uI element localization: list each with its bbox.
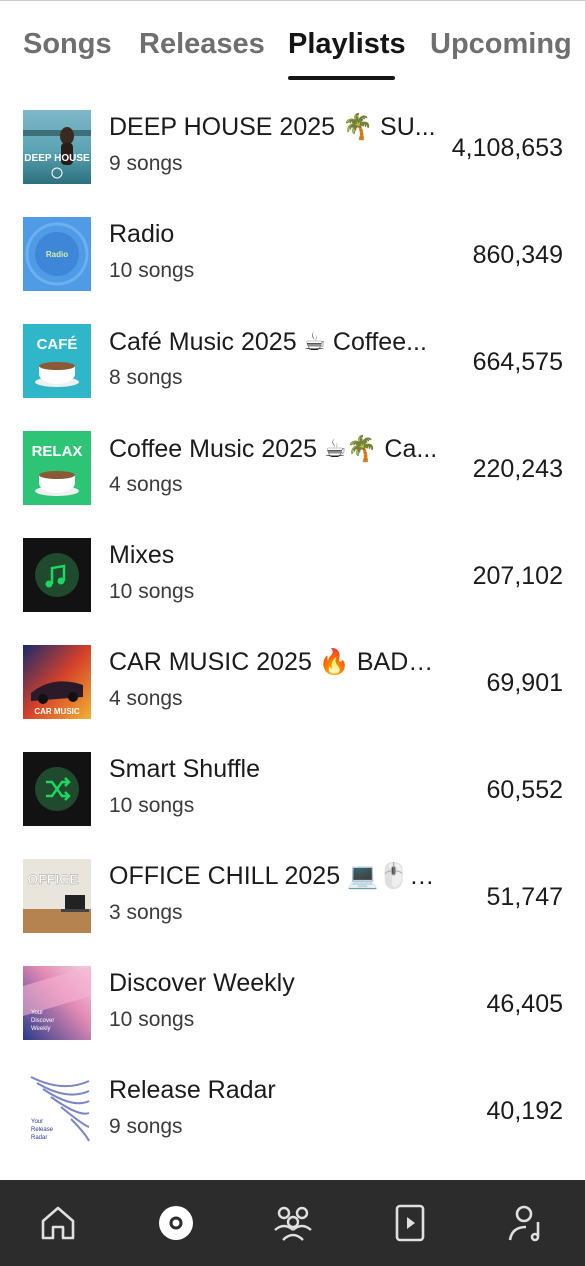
playlist-song-count: 4 songs (109, 687, 183, 710)
svg-text:Weekly: Weekly (31, 1026, 51, 1032)
playlist-song-count: 10 songs (109, 1008, 195, 1031)
playlist-play-count: 60,552 (486, 776, 563, 804)
svg-text:CAFÉ: CAFÉ (37, 336, 78, 353)
playlist-title: Radio (109, 220, 175, 248)
playlist-cover: DEEP HOUSE (23, 110, 91, 184)
svg-text:RELAX: RELAX (32, 443, 83, 460)
playlist-row[interactable]: Your Release Radar Release Radar 9 songs… (0, 1059, 585, 1166)
playlist-play-count: 220,243 (472, 455, 563, 483)
playlist-row[interactable]: CAFÉ Café Music 2025 ☕ Coffee... 8 songs… (0, 310, 585, 417)
tab-playlists[interactable]: Playlists (288, 28, 406, 61)
playlist-play-count: 664,575 (472, 348, 563, 376)
home-icon[interactable] (35, 1200, 81, 1246)
playlist-title: Smart Shuffle (109, 755, 261, 783)
playlist-cover: CAFÉ (23, 324, 91, 398)
svg-text:Discover: Discover (31, 1018, 54, 1024)
playlist-cover: RELAX (23, 431, 91, 505)
playlist-play-count: 40,192 (486, 1097, 563, 1125)
svg-text:CAR MUSIC: CAR MUSIC (34, 707, 80, 716)
playlist-title: Release Radar (109, 1076, 276, 1104)
active-tab-indicator (288, 76, 395, 80)
playlist-cover (23, 752, 91, 826)
playlist-cover: Radio (23, 217, 91, 291)
playlist-cover: CAR MUSIC (23, 645, 91, 719)
playlist-cover: OFFICE (23, 859, 91, 933)
playlist-song-count: 9 songs (109, 1115, 183, 1138)
video-icon[interactable] (387, 1200, 433, 1246)
svg-text:Release: Release (31, 1127, 54, 1133)
svg-text:Radio: Radio (46, 250, 68, 259)
playlist-row[interactable]: Mixes 10 songs 207,102 (0, 524, 585, 631)
playlist-song-count: 9 songs (109, 152, 183, 175)
playlist-cover: Your Release Radar (23, 1073, 91, 1147)
playlist-play-count: 207,102 (472, 562, 563, 590)
tab-songs[interactable]: Songs (23, 28, 112, 61)
playlist-play-count: 860,349 (472, 241, 563, 269)
playlist-title: DEEP HOUSE 2025 🌴 SU... (109, 113, 436, 141)
playlist-row[interactable]: OFFICE OFFICE CHILL 2025 💻🖱️ WO... 3 son… (0, 845, 585, 952)
people-icon[interactable] (270, 1200, 316, 1246)
playlist-play-count: 51,747 (486, 883, 563, 911)
playlist-song-count: 3 songs (109, 901, 183, 924)
playlist-song-count: 8 songs (109, 366, 183, 389)
svg-text:Your: Your (31, 1119, 43, 1125)
svg-text:Radar: Radar (31, 1135, 47, 1141)
playlist-row[interactable]: Smart Shuffle 10 songs 60,552 (0, 738, 585, 845)
playlist-title: Discover Weekly (109, 969, 295, 997)
playlist-title: Mixes (109, 541, 175, 569)
svg-text:Your: Your (31, 1010, 43, 1016)
playlist-song-count: 10 songs (109, 794, 195, 817)
bottom-nav-bar (0, 1180, 585, 1266)
playlist-row[interactable]: CAR MUSIC CAR MUSIC 2025 🔥 BADASS... 4 s… (0, 631, 585, 738)
playlist-title: Café Music 2025 ☕ Coffee... (109, 328, 427, 356)
shuffle-icon (23, 752, 91, 826)
playlist-song-count: 10 songs (109, 259, 195, 282)
music-note-icon (23, 538, 91, 612)
playlist-row[interactable]: Radio Radio 10 songs 860,349 (0, 203, 585, 310)
tab-releases[interactable]: Releases (139, 28, 265, 61)
svg-text:OFFICE: OFFICE (27, 871, 78, 887)
tab-upcoming[interactable]: Upcoming (430, 28, 572, 61)
playlist-title: OFFICE CHILL 2025 💻🖱️ WO... (109, 862, 439, 890)
playlist-title: CAR MUSIC 2025 🔥 BADASS... (109, 648, 439, 676)
playlist-row[interactable]: DEEP HOUSE DEEP HOUSE 2025 🌴 SU... 9 son… (0, 96, 585, 203)
playlist-song-count: 10 songs (109, 580, 195, 603)
playlist-play-count: 69,901 (486, 669, 563, 697)
svg-text:DEEP HOUSE: DEEP HOUSE (24, 153, 90, 164)
playlist-play-count: 46,405 (486, 990, 563, 1018)
playlist-cover: Your Discover Weekly (23, 966, 91, 1040)
playlist-title: Coffee Music 2025 ☕🌴 Ca... (109, 435, 438, 463)
artist-icon[interactable] (504, 1200, 550, 1246)
disc-icon[interactable] (153, 1200, 199, 1246)
playlist-row[interactable]: RELAX Coffee Music 2025 ☕🌴 Ca... 4 songs… (0, 417, 585, 524)
playlist-play-count: 4,108,653 (451, 134, 563, 162)
tab-bar: Songs Releases Playlists Upcoming (0, 0, 585, 96)
playlist-song-count: 4 songs (109, 473, 183, 496)
playlist-row[interactable]: Your Discover Weekly Discover Weekly 10 … (0, 952, 585, 1059)
playlist-cover (23, 538, 91, 612)
